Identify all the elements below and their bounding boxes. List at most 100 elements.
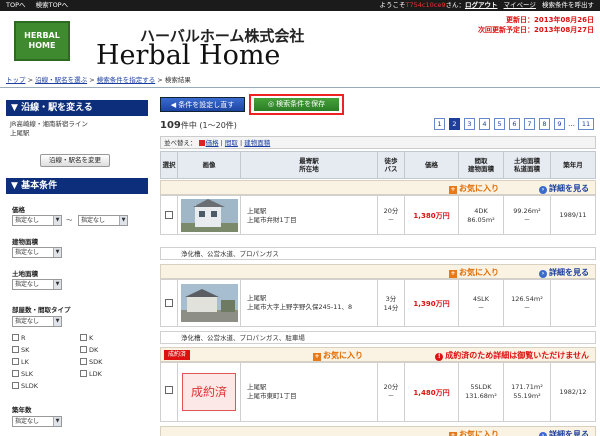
next-update-date: 次回更新予定日：2013年08月27日 xyxy=(478,26,594,34)
chevron-down-icon: ▼ xyxy=(53,248,61,257)
reset-conditions-button[interactable]: ◀ 条件を設定し直す xyxy=(160,97,245,112)
update-info: 更新日：2013年08月26日 次回更新予定日：2013年08月27日 xyxy=(478,15,594,35)
site-header: HERBAL HOME ハーバルホーム株式会社 Herbal Home 更新日：… xyxy=(0,11,600,71)
layout-checkbox-k[interactable]: K xyxy=(80,334,93,342)
price-cell: 1,390万円 xyxy=(404,279,459,327)
detail-link[interactable]: › 詳細を見る xyxy=(539,267,589,278)
listing-checkbox[interactable] xyxy=(165,386,173,394)
built-cell xyxy=(550,279,596,327)
favorite-button[interactable]: + お気に入り xyxy=(313,350,363,361)
select-cell xyxy=(160,195,178,235)
herbal-home-logo[interactable]: HERBAL HOME xyxy=(14,21,70,61)
walk-cell: 20分－ xyxy=(377,195,405,235)
arrow-circle-icon: › xyxy=(539,186,547,194)
station-cell: 上尾駅 上尾市大字上野字野久保245-11、8 xyxy=(240,279,378,327)
save-search-button[interactable]: ◎ 検索条件を保存 xyxy=(254,98,339,111)
detail-link[interactable]: › 詳細を見る xyxy=(539,429,589,436)
alert-circle-icon: ! xyxy=(435,353,444,361)
listing-actions-row: + お気に入り › 詳細を見る xyxy=(160,426,596,436)
layout-checkbox-dk[interactable]: DK xyxy=(80,346,98,354)
user-name: T754c10ce9 xyxy=(405,1,446,9)
page-1[interactable]: 1 xyxy=(434,118,445,130)
select-cell xyxy=(160,279,178,327)
plus-icon: + xyxy=(449,432,457,436)
top-link[interactable]: TOPへ xyxy=(6,1,26,9)
welcome-suffix: さん xyxy=(445,1,459,9)
image-cell: 成約済 xyxy=(177,362,241,422)
address: 上尾市東町1丁目 xyxy=(247,392,297,400)
layout-checkbox-sdk[interactable]: SDK xyxy=(80,358,102,366)
saved-search-link[interactable]: 検索条件を呼出す xyxy=(542,1,594,9)
layout-checkbox-sk[interactable]: SK xyxy=(12,346,29,354)
land-cell: 126.54m² － xyxy=(503,279,551,327)
listing-checkbox[interactable] xyxy=(165,211,173,219)
sold-image: 成約済 xyxy=(182,373,236,411)
price-from-select[interactable]: 指定なし ▼ xyxy=(12,215,62,226)
logout-link[interactable]: ログアウト xyxy=(465,1,498,9)
sidebar-station-name: 上尾駅 xyxy=(10,129,30,137)
header-price: 価格 xyxy=(404,151,459,179)
layout-checkbox-lk[interactable]: LK xyxy=(12,358,29,366)
chevron-down-icon: ▼ xyxy=(119,216,127,225)
page-7[interactable]: 7 xyxy=(524,118,535,130)
page-2-current[interactable]: 2 xyxy=(449,118,460,130)
station-name: 上尾駅 xyxy=(247,207,267,215)
age-select[interactable]: 指定なし ▼ xyxy=(12,416,62,427)
mypage-link[interactable]: マイページ xyxy=(504,1,536,9)
property-photo[interactable] xyxy=(181,284,238,322)
image-cell xyxy=(177,195,241,235)
sold-notice: ! 成約済のため詳細は御覧いただけません xyxy=(435,350,589,361)
page-5[interactable]: 5 xyxy=(494,118,505,130)
header-walk: 徒歩 バス xyxy=(377,151,405,179)
page-6[interactable]: 6 xyxy=(509,118,520,130)
layout-checkbox-ldk[interactable]: LDK xyxy=(80,370,102,378)
land-area-select[interactable]: 指定なし ▼ xyxy=(12,279,62,290)
price-cell: 1,480万円 xyxy=(404,362,459,422)
breadcrumb-conditions[interactable]: 検索条件を指定する xyxy=(97,76,156,84)
detail-link[interactable]: › 詳細を見る xyxy=(539,183,589,194)
search-top-link[interactable]: 検索TOPへ xyxy=(36,1,69,9)
result-count: 109件中 (1～20件) xyxy=(160,120,237,131)
rooms-select[interactable]: 指定なし ▼ xyxy=(12,316,62,327)
image-cell xyxy=(177,279,241,327)
chevron-down-icon: ▼ xyxy=(53,417,61,426)
walk-cell: 3分 14分 xyxy=(377,279,405,327)
welcome-prefix: ようこそ xyxy=(379,1,406,9)
building-area-select[interactable]: 指定なし ▼ xyxy=(12,247,62,258)
favorite-button[interactable]: + お気に入り xyxy=(449,429,499,436)
price-to-select[interactable]: 指定なし ▼ xyxy=(78,215,128,226)
favorite-button[interactable]: + お気に入り xyxy=(449,183,499,194)
chevron-down-icon: ▼ xyxy=(53,280,61,289)
page-ellipsis: … xyxy=(568,120,575,128)
page-3[interactable]: 3 xyxy=(464,118,475,130)
plus-icon: + xyxy=(313,353,321,361)
page-9[interactable]: 9 xyxy=(554,118,565,130)
sort-building-area[interactable]: 建物面積 xyxy=(244,139,270,147)
listing-checkbox[interactable] xyxy=(165,299,173,307)
breadcrumb-line-station[interactable]: 沿線・駅名を選ぶ xyxy=(35,76,87,84)
sort-price[interactable]: 価格 xyxy=(206,139,219,147)
layout-checkbox-sldk[interactable]: SLDK xyxy=(12,382,38,390)
property-photo[interactable] xyxy=(181,199,238,232)
chevron-down-icon: ▼ xyxy=(53,216,61,225)
sort-bar: 並べ替え： 価格 | 間取 | 建物面積 xyxy=(160,136,596,149)
land-area-label: 土地面積 xyxy=(12,270,38,278)
page-4[interactable]: 4 xyxy=(479,118,490,130)
station-cell: 上尾駅 上尾市弁財1丁目 xyxy=(240,195,378,235)
page-11[interactable]: 11 xyxy=(578,118,594,130)
layout-cell: 5SLDK 131.68m² xyxy=(458,362,504,422)
select-cell xyxy=(160,362,178,422)
price-tilde: ～ xyxy=(66,216,73,224)
listing-actions-row: + お気に入り › 詳細を見る xyxy=(160,264,596,279)
sort-layout[interactable]: 間取 xyxy=(225,139,238,147)
address: 上尾市弁財1丁目 xyxy=(247,216,297,224)
page-8[interactable]: 8 xyxy=(539,118,550,130)
header-built: 築年月 xyxy=(550,151,596,179)
favorite-button[interactable]: + お気に入り xyxy=(449,267,499,278)
header-image: 画像 xyxy=(177,151,241,179)
layout-checkbox-slk[interactable]: SLK xyxy=(12,370,33,378)
layout-checkbox-r[interactable]: R xyxy=(12,334,26,342)
change-line-button[interactable]: 沿線・駅名を変更 xyxy=(40,154,110,167)
header-land: 土地面積 私道面積 xyxy=(503,151,551,179)
breadcrumb-top[interactable]: トップ xyxy=(6,76,26,84)
